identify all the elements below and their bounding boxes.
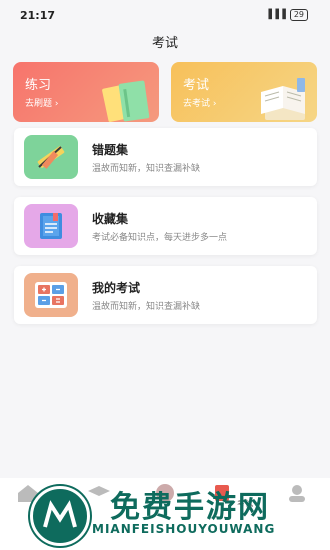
battery-icon: 29 [289, 9, 308, 21]
favorites-item[interactable]: 收藏集 考试必备知识点，每天进步多一点 [14, 197, 317, 255]
calculator-icon [24, 273, 78, 317]
item-desc: 温故而知新，知识查漏补缺 [92, 302, 201, 312]
practice-card[interactable]: 练习 去刷题 › [13, 62, 159, 122]
page-title: 考试 [151, 36, 178, 51]
my-exams-item[interactable]: 我的考试 温故而知新，知识查漏补缺 [14, 266, 317, 324]
watermark-logo [30, 486, 90, 546]
open-book-icon [261, 78, 305, 120]
item-title: 我的考试 [92, 281, 141, 295]
book-icon [24, 204, 78, 248]
practice-title: 练习 [25, 78, 52, 93]
exam-card[interactable]: 考试 去考试 › [171, 62, 317, 122]
watermark-subtext: MIANFEISHOUYOUWANG [92, 522, 276, 536]
status-bar: 21:17 ▐▐▐ 29 [0, 0, 330, 30]
item-desc: 温故而知新，知识查漏补缺 [92, 164, 201, 174]
item-desc: 考试必备知识点，每天进步多一点 [92, 233, 228, 243]
practice-link[interactable]: 去刷题 › [25, 96, 58, 109]
status-time: 21:17 [20, 9, 56, 22]
watermark-text: 免费手游网 [110, 490, 270, 525]
ruler-pencil-icon [24, 135, 78, 179]
status-icons: ▐▐▐ 29 [265, 9, 308, 21]
books-icon [102, 80, 150, 122]
wrong-questions-item[interactable]: 错题集 温故而知新，知识查漏补缺 [14, 128, 317, 186]
item-title: 收藏集 [92, 212, 129, 226]
watermark: 免费手游网 MIANFEISHOUYOUWANG [0, 478, 330, 550]
exam-title: 考试 [183, 78, 210, 93]
exam-link[interactable]: 去考试 › [183, 96, 216, 109]
m-letter-icon [43, 500, 77, 528]
signal-icon: ▐▐▐ [265, 10, 286, 20]
item-title: 错题集 [92, 143, 129, 157]
